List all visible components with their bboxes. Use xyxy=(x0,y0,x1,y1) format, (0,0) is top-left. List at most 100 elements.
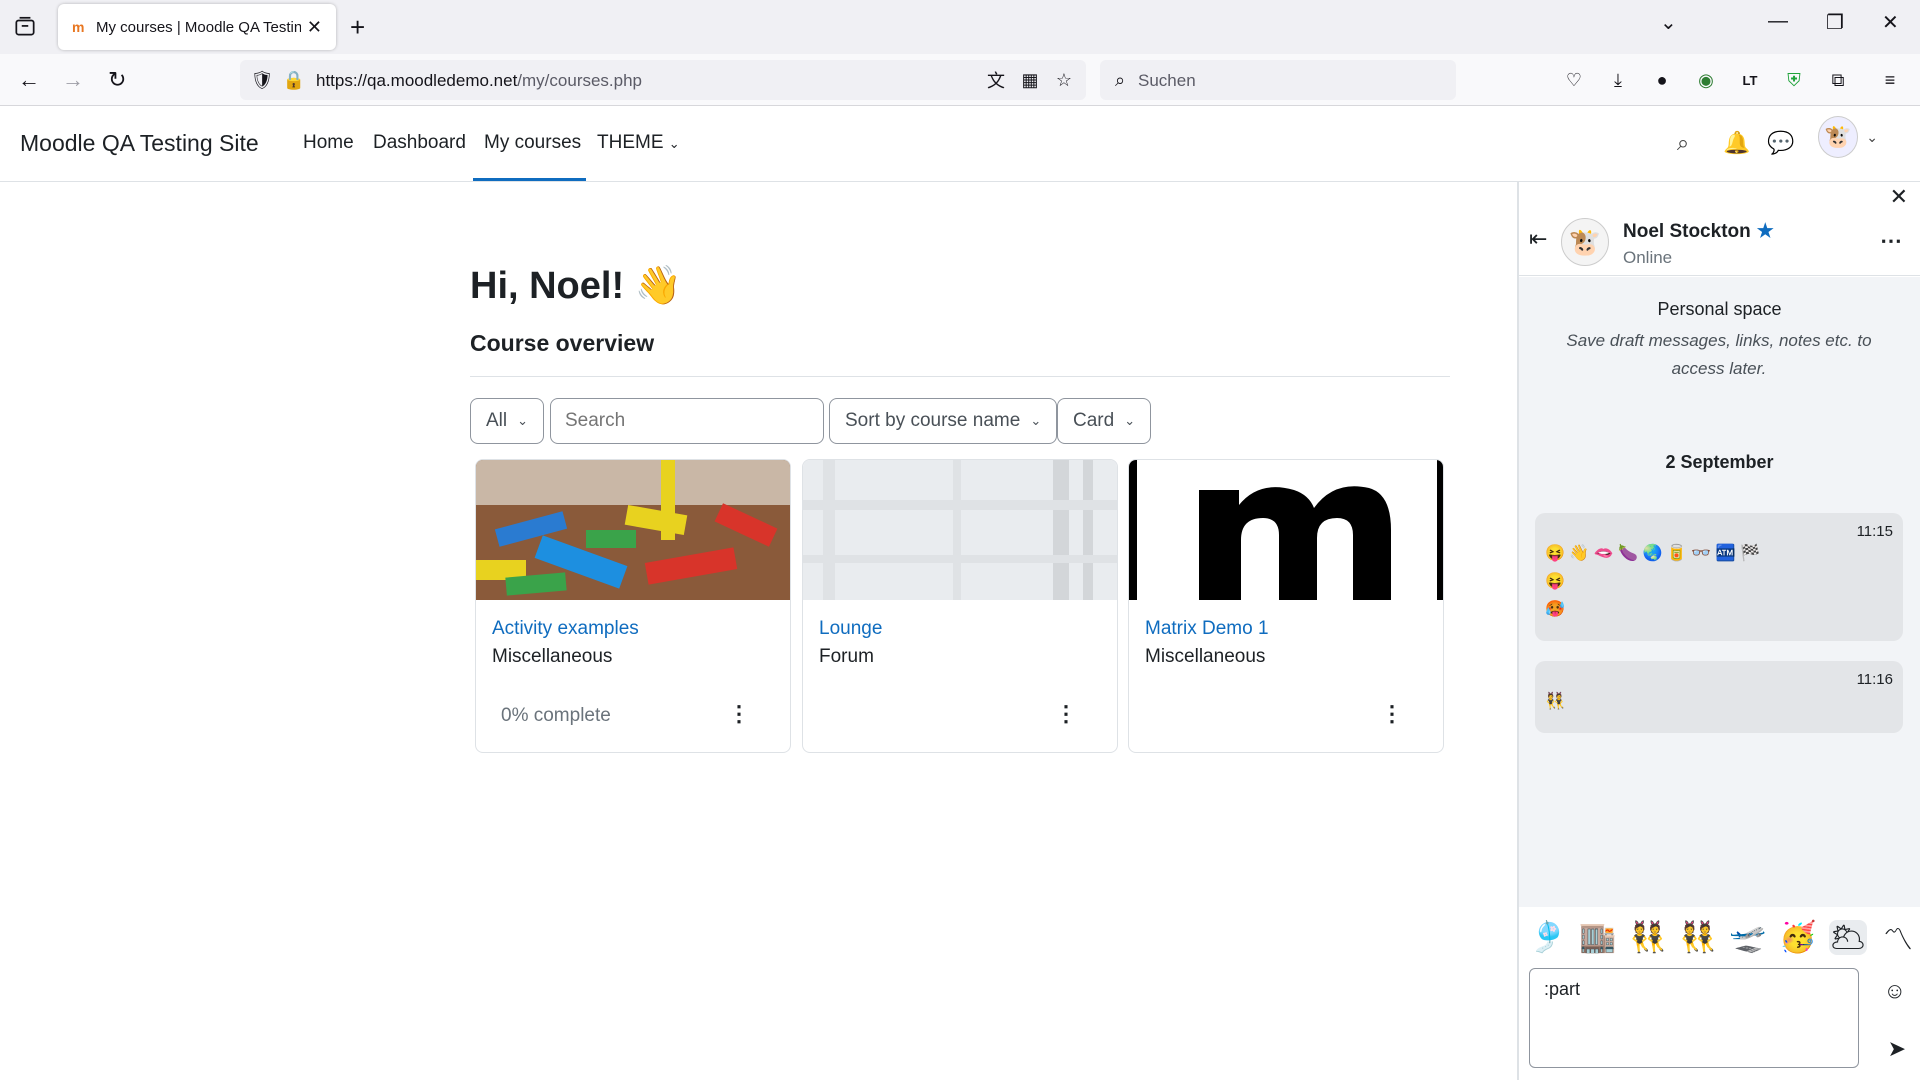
course-progress: 0% complete xyxy=(501,705,611,726)
nav-dashboard[interactable]: Dashboard xyxy=(373,132,466,154)
address-bar[interactable]: 🛡 🔒 https://qa.moodledemo.net/my/courses… xyxy=(240,60,1086,100)
more-options-icon[interactable]: ⋯ xyxy=(1880,228,1902,254)
emoji-suggestion[interactable]: 🎐 xyxy=(1529,920,1567,955)
emoji-autocomplete-row: 🎐 🏬 👯 👯 🛫 🥳 🌥 〽 xyxy=(1519,907,1920,967)
course-actions-menu-icon[interactable]: ⋮ xyxy=(1055,700,1077,728)
divider xyxy=(470,376,1450,377)
search-icon[interactable]: ⌕ xyxy=(1668,128,1698,158)
ublock-extension-icon[interactable]: ◉ xyxy=(1694,68,1718,92)
section-title: Course overview xyxy=(470,330,655,356)
active-nav-indicator xyxy=(473,178,586,181)
course-actions-menu-icon[interactable]: ⋮ xyxy=(728,700,750,728)
emoji-picker-icon[interactable]: ☺ xyxy=(1884,978,1906,1004)
profile-extension-icon[interactable]: ● xyxy=(1650,68,1674,92)
message-line: 😝 👋 🫦 🍆 🌏 🥫 👓 🏧 🏁 xyxy=(1545,545,1760,562)
emoji-suggestion-selected[interactable]: 🌥 xyxy=(1829,919,1867,955)
course-name-link[interactable]: Lounge xyxy=(819,618,882,640)
close-tab-icon[interactable]: ✕ xyxy=(307,17,322,38)
emoji-suggestion[interactable]: 👯 xyxy=(1679,920,1717,955)
message-line: 🥵 xyxy=(1545,601,1565,618)
tab-overflow-chevron-icon[interactable]: ⌄ xyxy=(1660,10,1677,35)
url-host: https://qa.moodledemo.net xyxy=(316,71,518,90)
pocket-icon[interactable]: ♡ xyxy=(1562,68,1586,92)
lock-icon[interactable]: 🔒 xyxy=(282,68,306,92)
course-image[interactable] xyxy=(1129,460,1444,600)
message-bubble[interactable]: 11:15 😝 👋 🫦 🍆 🌏 🥫 👓 🏧 🏁 😝 🥵 xyxy=(1535,513,1903,641)
adblock-shield-icon[interactable]: ⛨ xyxy=(1782,68,1806,92)
message-compose-input[interactable]: :part xyxy=(1529,968,1859,1068)
conversation-body: Personal space Save draft messages, link… xyxy=(1519,277,1920,907)
message-line: 😝 xyxy=(1545,573,1565,590)
contact-name-text: Noel Stockton xyxy=(1623,221,1751,242)
avatar[interactable]: 🐮 xyxy=(1561,218,1609,266)
course-card[interactable]: Activity examples Miscellaneous 0% compl… xyxy=(475,459,791,753)
user-menu[interactable]: 🐮 ⌄ xyxy=(1818,116,1878,158)
site-name[interactable]: Moodle QA Testing Site xyxy=(20,130,259,157)
new-tab-button[interactable]: + xyxy=(350,12,365,42)
chevron-down-icon: ⌄ xyxy=(517,413,529,428)
messages-icon[interactable]: 💬 xyxy=(1766,128,1796,158)
course-category: Forum xyxy=(819,646,874,667)
course-card[interactable]: Lounge Forum ⋮ xyxy=(802,459,1118,753)
reload-icon[interactable]: ↻ xyxy=(108,66,126,94)
emoji-suggestion[interactable]: 🛫 xyxy=(1729,920,1767,955)
browser-tab[interactable]: m My courses | Moodle QA Testing ✕ xyxy=(58,4,336,50)
chevron-down-icon: ⌄ xyxy=(1866,128,1878,145)
personal-space-title: Personal space xyxy=(1657,299,1782,319)
message-time: 11:16 xyxy=(1856,671,1893,688)
personal-space-description: Save draft messages, links, notes etc. t… xyxy=(1566,331,1872,378)
emoji-suggestion[interactable]: 👯 xyxy=(1629,920,1667,955)
translate-icon[interactable]: 文 xyxy=(984,68,1008,92)
forward-arrow-icon[interactable]: → xyxy=(62,66,84,94)
site-navbar: Moodle QA Testing Site Home Dashboard My… xyxy=(0,106,1920,182)
minimize-button[interactable]: — xyxy=(1768,10,1788,33)
view-dropdown[interactable]: Card ⌄ xyxy=(1057,398,1152,444)
bookmark-star-icon[interactable]: ☆ xyxy=(1052,68,1076,92)
downloads-icon[interactable]: ⤓ xyxy=(1606,68,1630,92)
emoji-suggestion[interactable]: 🥳 xyxy=(1779,920,1817,955)
chevron-down-icon: ⌄ xyxy=(1124,413,1136,428)
browser-toolbar: ← → ↻ 🛡 🔒 https://qa.moodledemo.net/my/c… xyxy=(0,54,1920,106)
course-actions-menu-icon[interactable]: ⋮ xyxy=(1381,700,1403,728)
course-search-input[interactable] xyxy=(550,398,824,444)
message-bubble[interactable]: 11:16 👯 xyxy=(1535,661,1903,733)
emoji-suggestion[interactable]: 〽 xyxy=(1879,915,1917,959)
nav-theme-label: THEME xyxy=(597,132,664,153)
course-card[interactable]: Matrix Demo 1 Miscellaneous ⋮ xyxy=(1128,459,1444,753)
grouping-dropdown[interactable]: All ⌄ xyxy=(470,398,545,444)
message-time: 11:15 xyxy=(1856,523,1893,540)
course-image[interactable] xyxy=(803,460,1118,600)
languagetool-extension-icon[interactable]: LT xyxy=(1738,68,1762,92)
avatar: 🐮 xyxy=(1818,116,1859,158)
restore-button[interactable]: ❐ xyxy=(1826,10,1844,35)
hamburger-menu-icon[interactable]: ≡ xyxy=(1878,68,1902,92)
back-arrow-icon[interactable]: ⇤ xyxy=(1529,226,1547,252)
course-category: Miscellaneous xyxy=(492,646,613,667)
sort-dropdown[interactable]: Sort by course name ⌄ xyxy=(829,398,1058,444)
close-drawer-icon[interactable]: ✕ xyxy=(1890,184,1908,210)
nav-home[interactable]: Home xyxy=(303,132,354,154)
shield-icon[interactable]: 🛡 xyxy=(250,68,274,92)
send-icon[interactable]: ➤ xyxy=(1888,1036,1906,1062)
list-all-tabs-icon[interactable] xyxy=(12,14,38,40)
browser-search-box[interactable]: ⌕ Suchen xyxy=(1100,60,1456,100)
back-arrow-icon[interactable]: ← xyxy=(18,66,40,94)
nav-my-courses[interactable]: My courses xyxy=(484,132,581,154)
close-window-button[interactable]: ✕ xyxy=(1882,10,1899,35)
course-name-link[interactable]: Matrix Demo 1 xyxy=(1145,618,1269,640)
contact-status: Online xyxy=(1623,248,1673,267)
emoji-suggestion[interactable]: 🏬 xyxy=(1579,920,1617,955)
page-greeting: Hi, Noel! 👋 xyxy=(470,265,682,307)
nav-theme[interactable]: THEME ⌄ xyxy=(597,132,680,154)
extensions-icon[interactable]: ⧉ xyxy=(1826,68,1850,92)
qr-code-icon[interactable]: ▦ xyxy=(1018,68,1042,92)
url-text[interactable]: https://qa.moodledemo.net/my/courses.php xyxy=(316,71,642,91)
course-image[interactable] xyxy=(476,460,791,600)
messaging-drawer: ✕ ⇤ 🐮 Noel Stockton ★ Online ⋯ Personal s… xyxy=(1517,182,1920,1080)
notification-bell-icon[interactable]: 🔔 xyxy=(1722,128,1752,158)
chevron-down-icon: ⌄ xyxy=(1030,413,1042,428)
course-name-link[interactable]: Activity examples xyxy=(492,618,639,640)
browser-search-placeholder: Suchen xyxy=(1138,71,1196,90)
star-icon: ★ xyxy=(1756,221,1774,242)
contact-name: Noel Stockton ★ xyxy=(1623,220,1774,243)
